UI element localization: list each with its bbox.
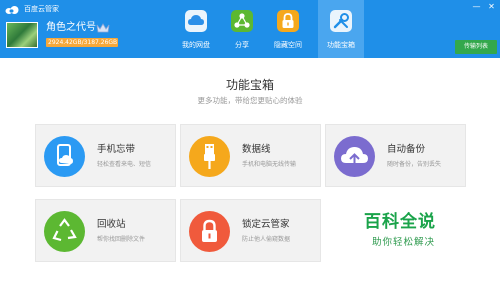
share-icon bbox=[231, 10, 253, 32]
watermark-subtitle: 助你轻松解决 bbox=[372, 237, 436, 248]
quota-text: 2924.42GB/3187.26GB bbox=[48, 39, 118, 46]
minimize-button[interactable]: — bbox=[470, 2, 483, 12]
tab-share[interactable]: 分享 bbox=[219, 0, 265, 58]
watermark-title: 百科全说 bbox=[364, 212, 436, 232]
tab-hidden-space[interactable]: 隐藏空间 bbox=[265, 0, 311, 58]
card-title: 锁定云管家 bbox=[242, 219, 290, 230]
username[interactable]: 角色之代号 bbox=[46, 21, 96, 35]
card-recycle-bin[interactable]: 回收站 帮你找回删除文件 bbox=[35, 199, 176, 262]
tab-label: 分享 bbox=[235, 41, 249, 49]
baidu-cloud-logo-icon bbox=[5, 6, 19, 14]
page-subtitle: 更多功能，带给您更贴心的体验 bbox=[197, 96, 303, 105]
toolbox-icon bbox=[330, 10, 352, 32]
page-title: 功能宝箱 bbox=[225, 78, 274, 92]
card-phone-forgotten[interactable]: 手机忘带 轻松查看来电、短信 bbox=[35, 124, 176, 187]
tab-toolbox[interactable]: 功能宝箱 bbox=[318, 0, 364, 58]
card-desc: 手机和电脑无线传输 bbox=[242, 161, 297, 168]
title-bar: 百度云管家 角色之代号 2924.42GB/3187.26GB 我的网盘 分享 bbox=[0, 0, 500, 58]
card-title: 自动备份 bbox=[387, 144, 426, 155]
card-title: 手机忘带 bbox=[97, 144, 136, 155]
close-button[interactable]: ✕ bbox=[485, 2, 498, 12]
card-desc: 防止他人偷窥数据 bbox=[242, 236, 291, 243]
transfer-list-button[interactable]: 传输列表 bbox=[455, 40, 497, 54]
lock-icon bbox=[277, 10, 299, 32]
vip-crown-icon[interactable] bbox=[96, 22, 110, 34]
usb-cable-icon bbox=[189, 136, 230, 177]
card-desc: 轻松查看来电、短信 bbox=[97, 161, 152, 168]
padlock-icon bbox=[189, 211, 230, 252]
recycle-icon bbox=[44, 211, 85, 252]
cloud-icon bbox=[185, 10, 207, 32]
tab-label: 功能宝箱 bbox=[327, 41, 355, 49]
card-title: 回收站 bbox=[97, 219, 126, 230]
card-lock-manager[interactable]: 锁定云管家 防止他人偷窥数据 bbox=[180, 199, 321, 262]
phone-cloud-icon bbox=[44, 136, 85, 177]
card-title: 数据线 bbox=[242, 144, 271, 155]
tab-label: 隐藏空间 bbox=[274, 41, 302, 49]
card-data-cable[interactable]: 数据线 手机和电脑无线传输 bbox=[180, 124, 321, 187]
tab-my-netdisk[interactable]: 我的网盘 bbox=[173, 0, 219, 58]
cloud-upload-icon bbox=[334, 136, 375, 177]
card-desc: 帮你找回删除文件 bbox=[97, 236, 146, 243]
tab-label: 我的网盘 bbox=[182, 41, 210, 49]
card-desc: 随时备份，告别丢失 bbox=[387, 161, 442, 168]
app-title: 百度云管家 bbox=[24, 5, 59, 13]
card-auto-backup[interactable]: 自动备份 随时备份，告别丢失 bbox=[325, 124, 466, 187]
avatar[interactable] bbox=[6, 22, 38, 48]
